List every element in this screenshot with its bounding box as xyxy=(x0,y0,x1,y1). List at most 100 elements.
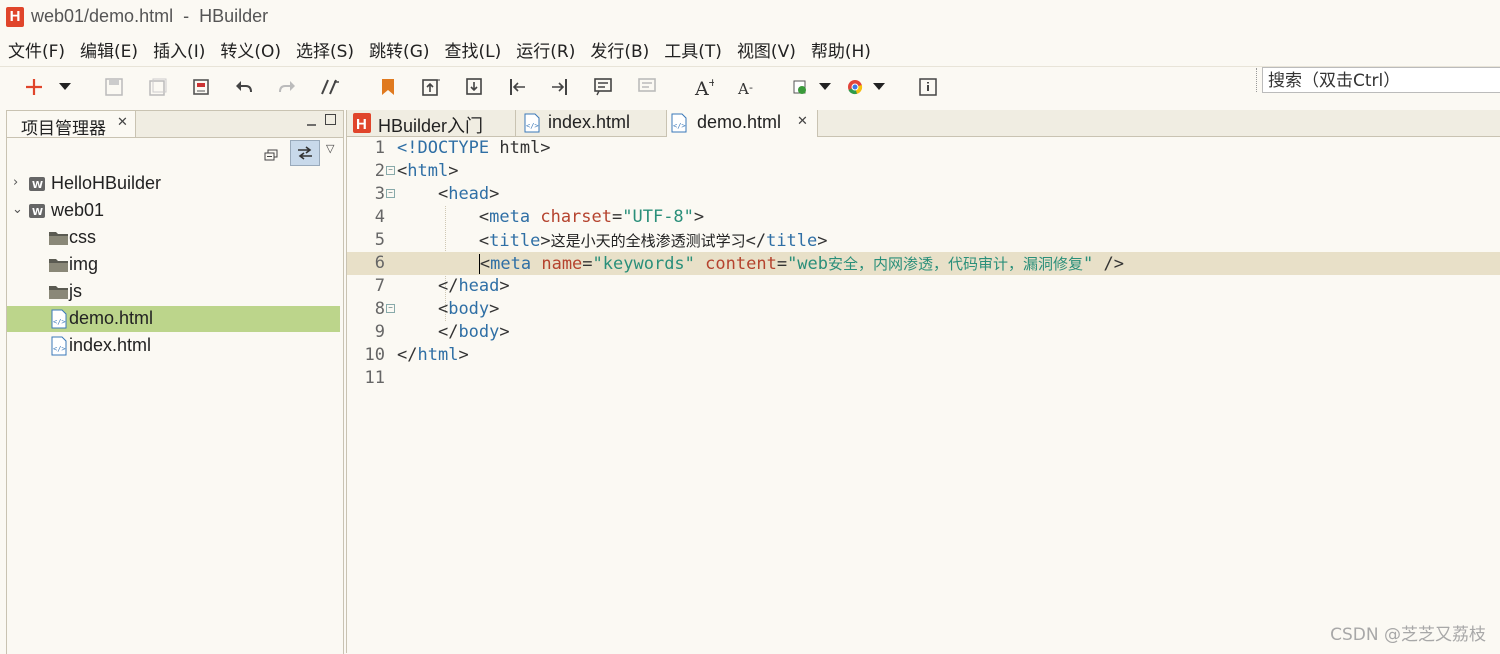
tree-item-label: css xyxy=(69,227,96,247)
undo-icon[interactable] xyxy=(234,77,254,97)
new-icon[interactable] xyxy=(24,77,44,97)
code-line[interactable]: 9 </body> xyxy=(347,321,1500,344)
menu-run[interactable]: 运行(R) xyxy=(508,34,582,64)
code-text: <!DOCTYPE html> xyxy=(397,138,551,158)
menu-insert[interactable]: 插入(I) xyxy=(145,34,212,64)
goto-bottom-icon[interactable] xyxy=(465,77,485,97)
tab-hbuilder-intro[interactable]: H HBuilder入门 xyxy=(347,110,516,136)
tree-item-demo-html[interactable]: </> demo.html xyxy=(7,306,340,332)
code-area[interactable]: 1 <!DOCTYPE html> 2 − <html> 3 − <head> … xyxy=(347,137,1500,653)
uncomment-icon[interactable] xyxy=(637,77,657,97)
code-text: <html> xyxy=(397,161,459,181)
code-text: </head> xyxy=(437,276,510,296)
code-text: <meta charset="UTF-8"> xyxy=(478,207,705,227)
fold-icon[interactable]: − xyxy=(386,304,395,313)
code-line-current[interactable]: 6 <meta name="keywords" content="web安全，内… xyxy=(347,252,1500,275)
browser-dropdown-icon[interactable] xyxy=(872,77,886,97)
tree-item-hellohbuilder[interactable]: › W HelloHBuilder xyxy=(7,171,340,197)
code-line[interactable]: 7 </head> xyxy=(347,275,1500,298)
menu-tools[interactable]: 工具(T) xyxy=(656,34,729,64)
menu-find[interactable]: 查找(L) xyxy=(437,34,509,64)
menu-publish[interactable]: 发行(B) xyxy=(582,34,656,64)
comment-icon[interactable] xyxy=(593,77,613,97)
collapse-all-icon[interactable] xyxy=(264,146,280,161)
line-number: 11 xyxy=(364,368,385,388)
line-number: 8 xyxy=(374,299,385,319)
menu-view[interactable]: 视图(V) xyxy=(729,34,803,64)
code-line[interactable]: 1 <!DOCTYPE html> xyxy=(347,137,1500,160)
goto-top-icon[interactable] xyxy=(421,77,441,97)
svg-text:</>: </> xyxy=(53,318,66,326)
code-line[interactable]: 10 </html> xyxy=(347,344,1500,367)
menu-edit[interactable]: 编辑(E) xyxy=(72,34,145,64)
maximize-icon[interactable] xyxy=(325,114,336,125)
code-line[interactable]: 8 − <body> xyxy=(347,298,1500,321)
run-dropdown-icon[interactable] xyxy=(818,77,832,97)
tree-item-css[interactable]: css xyxy=(7,225,340,251)
code-line[interactable]: 2 − <html> xyxy=(347,160,1500,183)
info-icon[interactable] xyxy=(918,77,938,97)
code-text: </body> xyxy=(437,322,510,342)
code-line[interactable]: 4 <meta charset="UTF-8"> xyxy=(347,206,1500,229)
project-panel-tools: ▽ xyxy=(7,138,343,168)
svg-text:</>: </> xyxy=(53,345,66,353)
font-increase-icon[interactable]: A + xyxy=(694,77,714,97)
line-number: 1 xyxy=(374,138,385,158)
menu-escape[interactable]: 转义(O) xyxy=(212,34,288,64)
tree-item-label: img xyxy=(69,254,99,274)
tab-demo-html[interactable]: </> demo.html ✕ xyxy=(667,110,818,137)
tab-project-manager-label: 项目管理器 xyxy=(21,119,106,139)
view-menu-icon[interactable]: ▽ xyxy=(326,142,334,155)
line-number: 6 xyxy=(374,253,385,273)
tree-item-img[interactable]: img xyxy=(7,252,340,278)
close-icon[interactable]: ✕ xyxy=(117,115,128,130)
web-project-icon: W xyxy=(29,176,45,196)
bookmark-icon[interactable] xyxy=(378,77,398,97)
svg-text:H: H xyxy=(356,116,367,133)
menu-goto[interactable]: 跳转(G) xyxy=(361,34,436,64)
code-line[interactable]: 5 <title>这是小天的全栈渗透测试学习</title> xyxy=(347,229,1500,252)
svg-text:-: - xyxy=(749,81,753,94)
link-with-editor-icon[interactable] xyxy=(290,140,320,166)
format-icon[interactable] xyxy=(320,77,340,97)
html-file-icon: </> xyxy=(671,113,687,137)
run-browser-icon[interactable] xyxy=(790,77,810,97)
tab-index-html[interactable]: </> index.html xyxy=(516,110,667,136)
goto-line-start-icon[interactable] xyxy=(508,77,528,97)
line-number: 5 xyxy=(374,230,385,250)
code-editor: H HBuilder入门 </> index.html </> demo.htm… xyxy=(346,110,1500,653)
tree-item-index-html[interactable]: </> index.html xyxy=(7,333,340,359)
search-input[interactable]: 搜索（双击Ctrl） xyxy=(1262,67,1500,93)
chrome-icon[interactable] xyxy=(845,77,865,97)
search-grip[interactable] xyxy=(1256,68,1260,92)
menu-select[interactable]: 选择(S) xyxy=(288,34,361,64)
close-icon[interactable]: ✕ xyxy=(797,114,808,129)
code-line[interactable]: 11 xyxy=(347,367,1500,390)
code-line[interactable]: 3 − <head> xyxy=(347,183,1500,206)
new-dropdown-icon[interactable] xyxy=(58,77,72,97)
tree-item-js[interactable]: js xyxy=(7,279,340,305)
fold-icon[interactable]: − xyxy=(386,189,395,198)
project-panel-tabstrip: 项目管理器 ✕ xyxy=(7,111,343,139)
goto-line-end-icon[interactable] xyxy=(549,77,569,97)
tree-item-web01[interactable]: ⌄ W web01 xyxy=(7,198,340,224)
line-number: 9 xyxy=(374,322,385,342)
redo-icon[interactable] xyxy=(277,77,297,97)
fold-icon[interactable]: − xyxy=(386,166,395,175)
minimize-icon[interactable] xyxy=(307,115,316,126)
html-file-icon: </> xyxy=(524,113,540,137)
html-file-icon: </> xyxy=(51,309,67,333)
font-decrease-icon[interactable]: A- xyxy=(736,77,756,97)
menu-help[interactable]: 帮助(H) xyxy=(803,34,878,64)
tab-project-manager[interactable]: 项目管理器 ✕ xyxy=(7,111,136,139)
tree-item-label: js xyxy=(69,281,82,301)
save-as-icon[interactable] xyxy=(191,77,211,97)
line-number: 3 xyxy=(374,184,385,204)
chevron-down-icon[interactable]: ⌄ xyxy=(12,202,23,217)
save-icon[interactable] xyxy=(104,77,124,97)
folder-icon xyxy=(49,230,69,250)
chevron-right-icon[interactable]: › xyxy=(13,175,18,190)
menu-file[interactable]: 文件(F) xyxy=(0,34,72,64)
save-all-icon[interactable] xyxy=(148,77,168,97)
svg-text:W: W xyxy=(32,207,43,218)
